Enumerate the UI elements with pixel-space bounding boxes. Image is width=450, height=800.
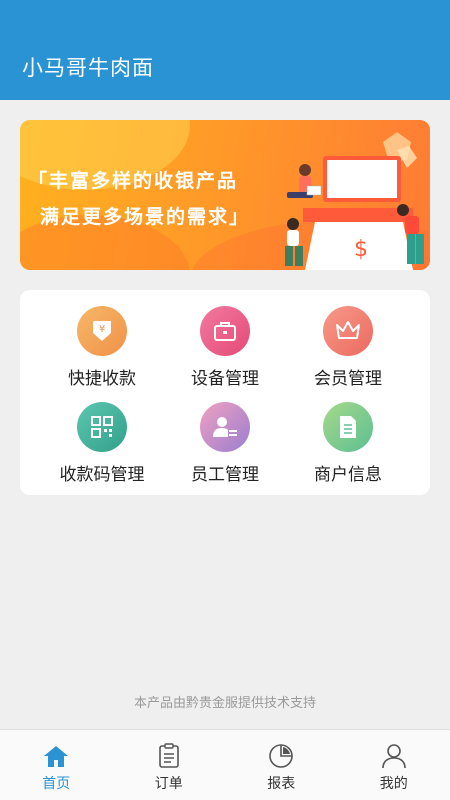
menu-item-label: 收款码管理 <box>59 465 145 485</box>
tab-label: 订单 <box>154 776 183 792</box>
menu-item-qr-management[interactable]: 收款码管理 <box>37 402 167 485</box>
app-header: 小马哥牛肉面 <box>0 0 450 100</box>
function-menu-card: ¥ 快捷收款 设备管理 会员管理 收款码管理 员工管理 商户信息 <box>20 290 430 495</box>
banner-headline: 「丰富多样的收银产品 <box>28 170 239 192</box>
tech-support-note: 本产品由黔贵金服提供技术支持 <box>133 696 316 711</box>
menu-item-label: 会员管理 <box>314 369 382 389</box>
menu-item-label: 快捷收款 <box>68 369 136 389</box>
tab-label: 首页 <box>42 776 71 792</box>
staff-icon <box>200 402 250 452</box>
menu-item-label: 设备管理 <box>191 369 259 389</box>
banner-illustration: $ <box>285 132 424 270</box>
bottom-tab-bar: 首页 订单 报表 我的 <box>0 729 450 800</box>
promo-banner[interactable]: 「丰富多样的收银产品 满足更多场景的需求」 $ <box>20 120 430 270</box>
document-icon <box>323 402 373 452</box>
menu-item-label: 员工管理 <box>191 465 259 485</box>
menu-item-device-management[interactable]: 设备管理 <box>160 306 290 389</box>
home-icon <box>0 742 113 770</box>
banner-price-symbol: $ <box>354 237 368 262</box>
order-icon <box>113 742 226 770</box>
profile-icon <box>338 742 450 770</box>
tab-home[interactable]: 首页 <box>0 730 113 800</box>
crown-icon <box>323 306 373 356</box>
menu-item-staff-management[interactable]: 员工管理 <box>160 402 290 485</box>
yen-glyph: ¥ <box>99 324 105 335</box>
qr-code-icon <box>77 402 127 452</box>
page-title: 小马哥牛肉面 <box>22 56 154 80</box>
menu-item-merchant-info[interactable]: 商户信息 <box>283 402 413 485</box>
cash-collect-icon: ¥ <box>77 306 127 356</box>
tab-reports[interactable]: 报表 <box>225 730 338 800</box>
tab-label: 我的 <box>379 776 408 792</box>
menu-item-member-management[interactable]: 会员管理 <box>283 306 413 389</box>
tab-label: 报表 <box>267 776 296 792</box>
briefcase-icon <box>200 306 250 356</box>
report-icon <box>225 742 338 770</box>
tab-orders[interactable]: 订单 <box>113 730 226 800</box>
menu-item-label: 商户信息 <box>314 465 382 485</box>
menu-item-quick-collect[interactable]: ¥ 快捷收款 <box>37 306 167 389</box>
tab-mine[interactable]: 我的 <box>338 730 450 800</box>
banner-subline: 满足更多场景的需求」 <box>40 206 251 228</box>
